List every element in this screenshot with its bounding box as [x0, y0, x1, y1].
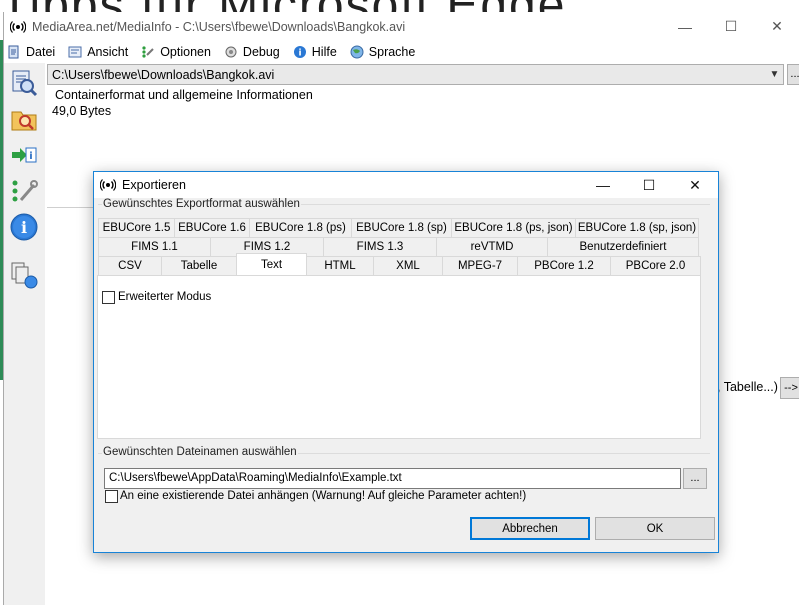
append-label: An eine existierende Datei anhängen (War… [120, 490, 527, 502]
maximize-button[interactable]: ☐ [708, 12, 754, 41]
tab-row-1: EBUCore 1.5 EBUCore 1.6 EBUCore 1.8 (ps)… [98, 218, 699, 237]
cancel-button[interactable]: Abbrechen [470, 517, 590, 540]
info-size: 49,0 Bytes [52, 104, 112, 118]
info-side-text: , Tabelle...) [717, 380, 778, 394]
dialog-title: Exportieren [122, 178, 186, 192]
dialog-titlebar: Exportieren — ☐ ✕ [94, 172, 718, 198]
append-checkbox[interactable] [105, 490, 118, 503]
svg-text:i: i [29, 151, 32, 162]
menu-optionen[interactable]: Optionen [138, 44, 211, 60]
dialog-minimize-button[interactable]: — [580, 172, 626, 198]
tab-fims-1-1[interactable]: FIMS 1.1 [98, 237, 211, 256]
tab-mpeg-7[interactable]: MPEG-7 [442, 256, 518, 275]
advanced-mode-label: Erweiterter Modus [118, 291, 212, 303]
window-titlebar: MediaArea.net/MediaInfo - C:\Users\fbewe… [4, 12, 799, 41]
language-icon [349, 44, 365, 60]
preferences-icon[interactable] [8, 175, 40, 207]
text-tab-panel: Erweiterter Modus [97, 275, 701, 439]
batch-icon[interactable] [8, 259, 40, 291]
file-more-button[interactable]: ... [787, 64, 799, 85]
menu-datei[interactable]: Datei [4, 44, 55, 60]
info-title: Containerformat und allgemeine Informati… [55, 88, 313, 102]
minimize-button[interactable]: — [662, 12, 708, 41]
svg-text:i: i [298, 49, 301, 59]
menu-bar: Datei Ansicht Optionen Debug i Hilfe Spr… [4, 41, 799, 63]
advanced-mode-checkbox[interactable] [102, 291, 115, 304]
open-folder-icon[interactable] [8, 103, 40, 135]
menu-hilfe[interactable]: i Hilfe [290, 44, 337, 60]
tab-html[interactable]: HTML [306, 256, 374, 275]
filename-input[interactable]: C:\Users\fbewe\AppData\Roaming\MediaInfo… [104, 468, 681, 489]
browse-button[interactable]: ... [683, 468, 707, 489]
tab-revtmd[interactable]: reVTMD [436, 237, 548, 256]
tab-row-2: FIMS 1.1 FIMS 1.2 FIMS 1.3 reVTMD Benutz… [98, 237, 699, 256]
menu-hilfe-label: Hilfe [311, 45, 337, 59]
view-icon [67, 44, 83, 60]
tab-ebucore-1-8-sp[interactable]: EBUCore 1.8 (sp) [351, 218, 452, 237]
file-select-value: C:\Users\fbewe\Downloads\Bangkok.avi [52, 67, 275, 82]
options-icon [140, 44, 156, 60]
help-icon: i [292, 44, 308, 60]
info-icon[interactable]: i [8, 211, 40, 243]
menu-debug-label: Debug [242, 45, 280, 59]
window-title: MediaArea.net/MediaInfo - C:\Users\fbewe… [32, 19, 406, 34]
export-dialog: Exportieren — ☐ ✕ Gewünschtes Exportform… [93, 171, 719, 553]
menu-sprache[interactable]: Sprache [347, 44, 416, 60]
svg-text:i: i [21, 218, 27, 237]
tab-ebucore-1-8-ps-json[interactable]: EBUCore 1.8 (ps, json) [451, 218, 576, 237]
menu-debug[interactable]: Debug [221, 44, 280, 60]
background-window-text: Tipps für Microsoft Edge [0, 0, 799, 12]
mediainfo-logo-icon [10, 18, 26, 35]
format-group-label: Gewünschtes Exportformat auswählen [102, 198, 301, 210]
arrow-button[interactable]: --> [780, 377, 799, 399]
tab-tabelle[interactable]: Tabelle [161, 256, 237, 275]
file-select[interactable]: C:\Users\fbewe\Downloads\Bangkok.avi ▼ [47, 64, 784, 85]
tab-benutzerdefiniert[interactable]: Benutzerdefiniert [547, 237, 699, 256]
menu-ansicht-label: Ansicht [87, 45, 129, 59]
tab-ebucore-1-6[interactable]: EBUCore 1.6 [174, 218, 250, 237]
ok-button[interactable]: OK [595, 517, 715, 540]
export-icon[interactable]: i [8, 139, 40, 171]
tab-csv[interactable]: CSV [98, 256, 162, 275]
mediainfo-logo-icon [100, 177, 116, 193]
tab-ebucore-1-8-ps[interactable]: EBUCore 1.8 (ps) [249, 218, 352, 237]
dialog-maximize-button[interactable]: ☐ [626, 172, 672, 198]
tab-ebucore-1-8-sp-json[interactable]: EBUCore 1.8 (sp, json) [575, 218, 699, 237]
chevron-down-icon[interactable]: ▼ [766, 65, 783, 84]
tab-xml[interactable]: XML [373, 256, 443, 275]
menu-optionen-label: Optionen [160, 45, 211, 59]
tab-pbcore-2-0[interactable]: PBCore 2.0 [610, 256, 701, 275]
sidebar-toolbar: i i [4, 63, 45, 605]
tab-text[interactable]: Text [236, 253, 307, 275]
file-icon [6, 44, 22, 60]
open-file-icon[interactable] [8, 67, 40, 99]
debug-icon [223, 44, 239, 60]
menu-datei-label: Datei [26, 45, 56, 59]
tab-fims-1-3[interactable]: FIMS 1.3 [323, 237, 437, 256]
tab-pbcore-1-2[interactable]: PBCore 1.2 [517, 256, 611, 275]
tab-row-3: CSV Tabelle Text HTML XML MPEG-7 PBCore … [98, 253, 701, 275]
menu-sprache-label: Sprache [368, 45, 416, 59]
tab-ebucore-1-5[interactable]: EBUCore 1.5 [98, 218, 175, 237]
menu-ansicht[interactable]: Ansicht [65, 44, 128, 60]
close-button[interactable]: ✕ [754, 12, 799, 41]
dialog-close-button[interactable]: ✕ [672, 172, 718, 198]
filename-group-label: Gewünschten Dateinamen auswählen [102, 446, 298, 458]
